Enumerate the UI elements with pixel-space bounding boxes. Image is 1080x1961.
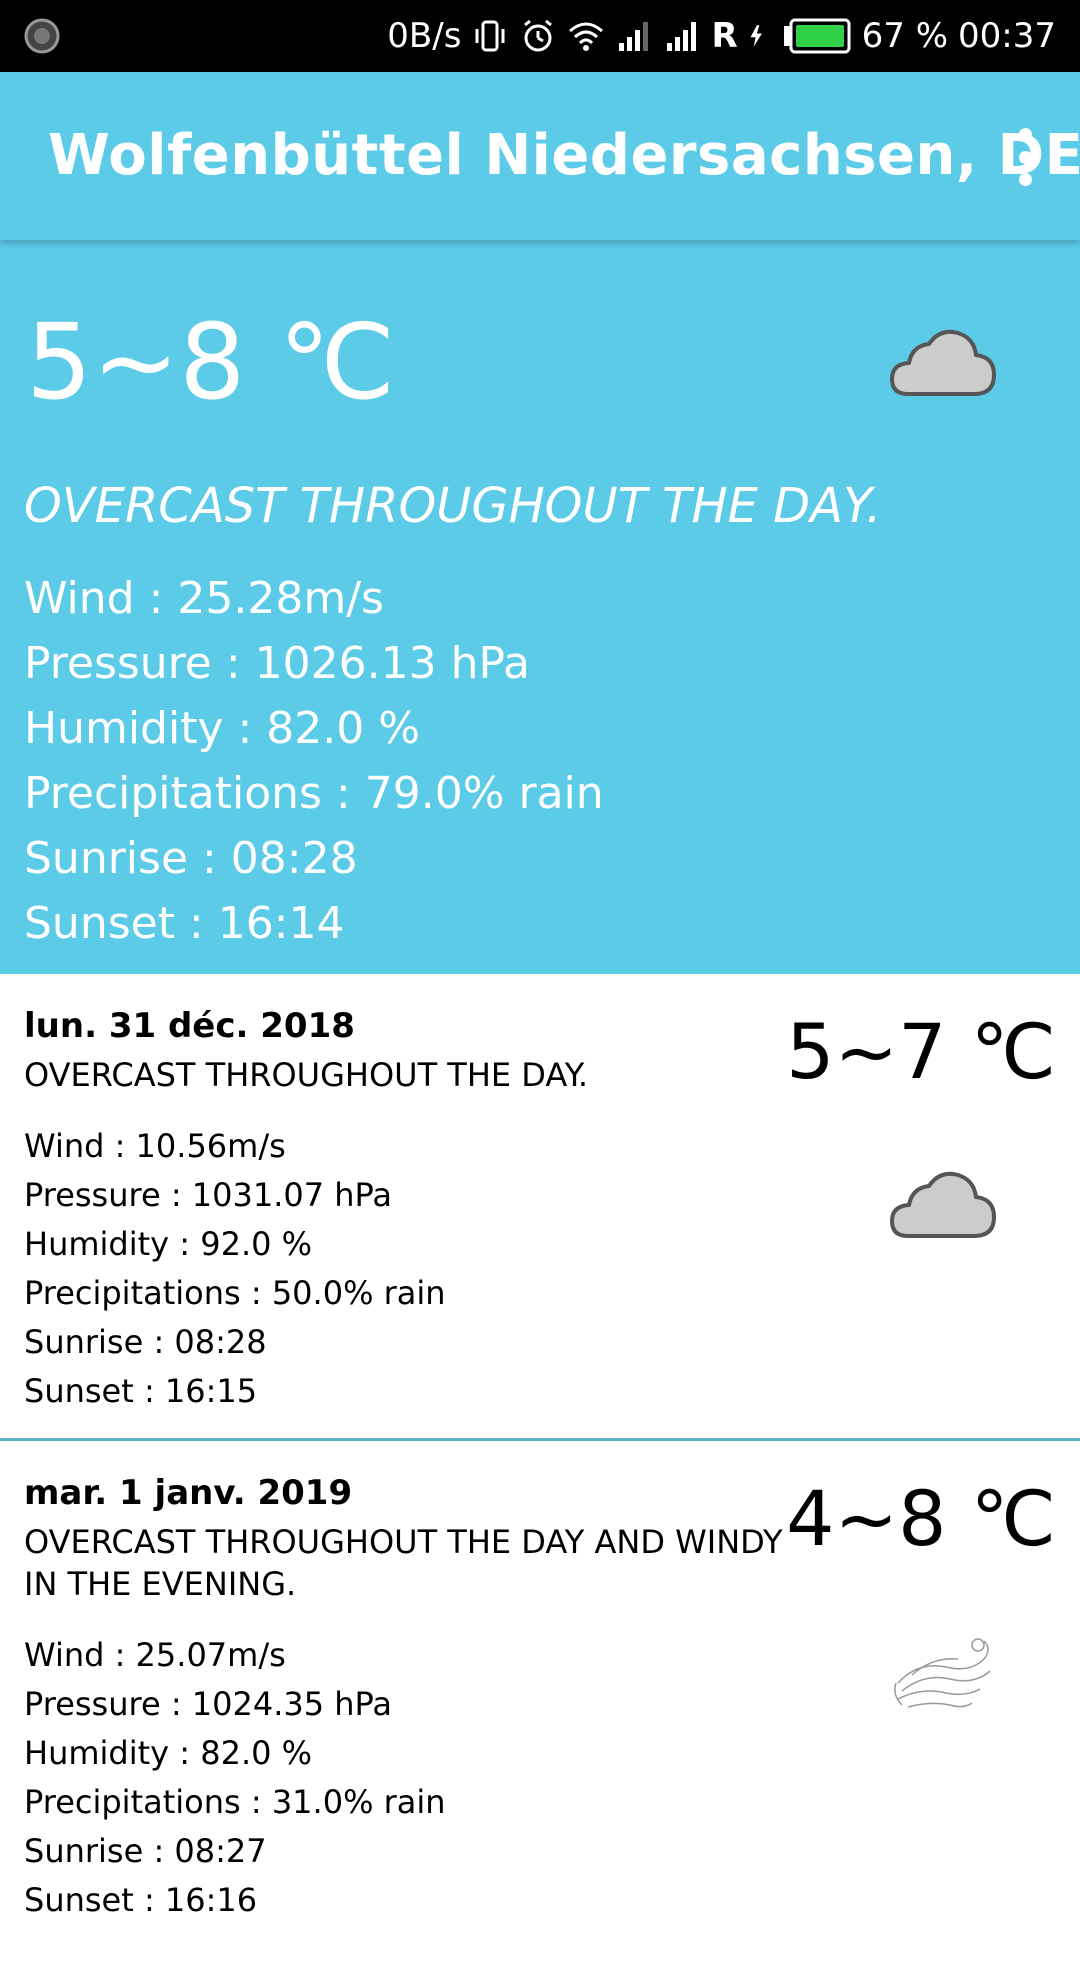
status-icons: 0B/s R 67 % 00:37 — [387, 0, 1056, 72]
forecast-sunrise: Sunrise : 08:28 — [24, 1323, 267, 1361]
forecast-humidity: Humidity : 92.0 % — [24, 1225, 313, 1263]
today-pressure: Pressure : 1026.13 hPa — [24, 638, 531, 689]
battery-level: 67 % — [861, 16, 949, 56]
cloud-icon — [888, 322, 998, 406]
forecast-temperature: 4~8 ℃ — [786, 1474, 1056, 1563]
forecast-sunset: Sunset : 16:15 — [24, 1372, 258, 1410]
dot-icon — [1018, 173, 1032, 186]
forecast-pressure: Pressure : 1024.35 hPa — [24, 1685, 393, 1723]
today-sunrise: Sunrise : 08:28 — [24, 833, 358, 884]
today-panel[interactable]: 5~8 ℃ OVERCAST THROUGHOUT THE DAY. Wind … — [0, 240, 1080, 974]
loading-indicator-icon — [22, 16, 62, 60]
forecast-temperature: 5~7 ℃ — [786, 1007, 1056, 1096]
forecast-sunset: Sunset : 16:16 — [24, 1881, 258, 1919]
list-item[interactable]: lun. 31 déc. 2018 OVERCAST THROUGHOUT TH… — [0, 974, 1080, 1441]
today-wind: Wind : 25.28m/s — [24, 573, 384, 624]
clock: 00:37 — [958, 16, 1056, 56]
forecast-wind: Wind : 10.56m/s — [24, 1127, 286, 1165]
today-temperature: 5~8 ℃ — [26, 301, 396, 423]
wifi-icon — [569, 22, 604, 51]
forecast-precipitations: Precipitations : 31.0% rain — [24, 1783, 446, 1821]
forecast-list[interactable]: lun. 31 déc. 2018 OVERCAST THROUGHOUT TH… — [0, 974, 1080, 1961]
forecast-precipitations: Precipitations : 50.0% rain — [24, 1274, 446, 1312]
forecast-date: lun. 31 déc. 2018 — [24, 1006, 355, 1046]
dot-icon — [1018, 150, 1032, 164]
list-item[interactable]: mar. 1 janv. 2019 OVERCAST THROUGHOUT TH… — [0, 1441, 1080, 1961]
forecast-details: Wind : 25.07m/s Pressure : 1024.35 hPa H… — [24, 1631, 446, 1925]
location-title: Wolfenbüttel Niedersachsen, DE — [48, 123, 1080, 188]
forecast-sunrise: Sunrise : 08:27 — [24, 1832, 267, 1870]
today-description: OVERCAST THROUGHOUT THE DAY. — [24, 478, 882, 534]
forecast-humidity: Humidity : 82.0 % — [24, 1734, 313, 1772]
wind-icon — [888, 1631, 998, 1721]
forecast-description: OVERCAST THROUGHOUT THE DAY AND WINDY IN… — [24, 1523, 783, 1603]
forecast-date: mar. 1 janv. 2019 — [24, 1473, 353, 1513]
signal-icon-2 — [667, 22, 697, 51]
forecast-description: OVERCAST THROUGHOUT THE DAY. — [24, 1056, 588, 1094]
forecast-details: Wind : 10.56m/s Pressure : 1031.07 hPa H… — [24, 1122, 446, 1416]
today-sunset: Sunset : 16:14 — [24, 898, 345, 949]
status-bar: 0B/s R 67 % 00:37 — [0, 0, 1080, 72]
charging-icon — [750, 25, 762, 47]
dot-icon — [1018, 128, 1032, 141]
forecast-wind: Wind : 25.07m/s — [24, 1636, 286, 1674]
today-precipitations: Precipitations : 79.0% rain — [24, 768, 604, 819]
signal-icon-1 — [619, 22, 649, 51]
app-toolbar: Wolfenbüttel Niedersachsen, DE — [0, 72, 1080, 240]
forecast-pressure: Pressure : 1031.07 hPa — [24, 1176, 393, 1214]
vibrate-icon — [475, 20, 505, 52]
battery-icon — [783, 18, 851, 54]
cloud-icon — [888, 1164, 998, 1248]
alarm-icon — [524, 19, 553, 52]
today-details: Wind : 25.28m/s Pressure : 1026.13 hPa H… — [24, 566, 604, 956]
roaming-indicator: R — [711, 16, 738, 56]
net-speed: 0B/s — [387, 16, 462, 56]
overflow-menu-button[interactable] — [1000, 122, 1050, 192]
today-humidity: Humidity : 82.0 % — [24, 703, 421, 754]
